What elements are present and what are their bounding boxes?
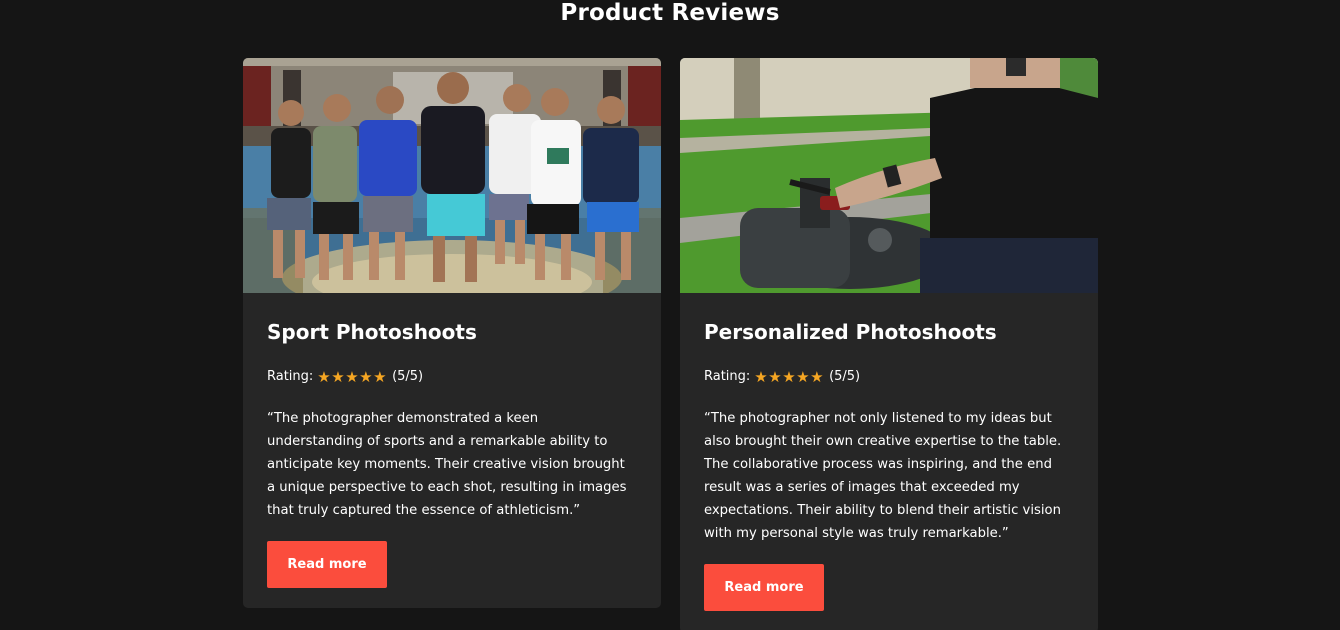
star-icon: ★ [796, 368, 810, 386]
star-icon: ★ [754, 368, 768, 386]
personalized-photo [680, 58, 1098, 293]
rating: Rating: ★ ★ ★ ★ ★ (5/5) [267, 367, 637, 387]
star-icon: ★ [317, 368, 331, 386]
review-quote: “The photographer demonstrated a keen un… [267, 411, 627, 518]
star-icon: ★ [768, 368, 782, 386]
card-title: Sport Photoshoots [267, 320, 477, 344]
rating-score: (5/5) [392, 369, 424, 384]
review-quote: “The photographer not only listened to m… [704, 411, 1062, 541]
star-icon: ★ [373, 368, 387, 386]
star-icon: ★ [359, 368, 373, 386]
read-more-button[interactable]: Read more [704, 564, 824, 611]
star-icon: ★ [345, 368, 359, 386]
review-card-personalized: Personalized Photoshoots Rating: ★ ★ ★ ★… [680, 58, 1098, 630]
star-icon: ★ [810, 368, 824, 386]
product-reviews-section: Product Reviews Sport Photoshoots Rating… [0, 0, 1340, 630]
review-card-sport: Sport Photoshoots Rating: ★ ★ ★ ★ ★ (5/5… [243, 58, 661, 608]
rating-label: Rating: [267, 369, 314, 384]
section-title: Product Reviews [560, 0, 780, 26]
star-icon: ★ [331, 368, 345, 386]
card-title: Personalized Photoshoots [704, 320, 997, 344]
rating-label: Rating: [704, 369, 751, 384]
star-rating: ★ ★ ★ ★ ★ [317, 367, 387, 387]
star-icon: ★ [782, 368, 796, 386]
rating: Rating: ★ ★ ★ ★ ★ (5/5) [704, 367, 1074, 387]
rating-score: (5/5) [829, 369, 861, 384]
star-rating: ★ ★ ★ ★ ★ [754, 367, 824, 387]
read-more-button[interactable]: Read more [267, 541, 387, 588]
sport-photo [243, 58, 661, 293]
